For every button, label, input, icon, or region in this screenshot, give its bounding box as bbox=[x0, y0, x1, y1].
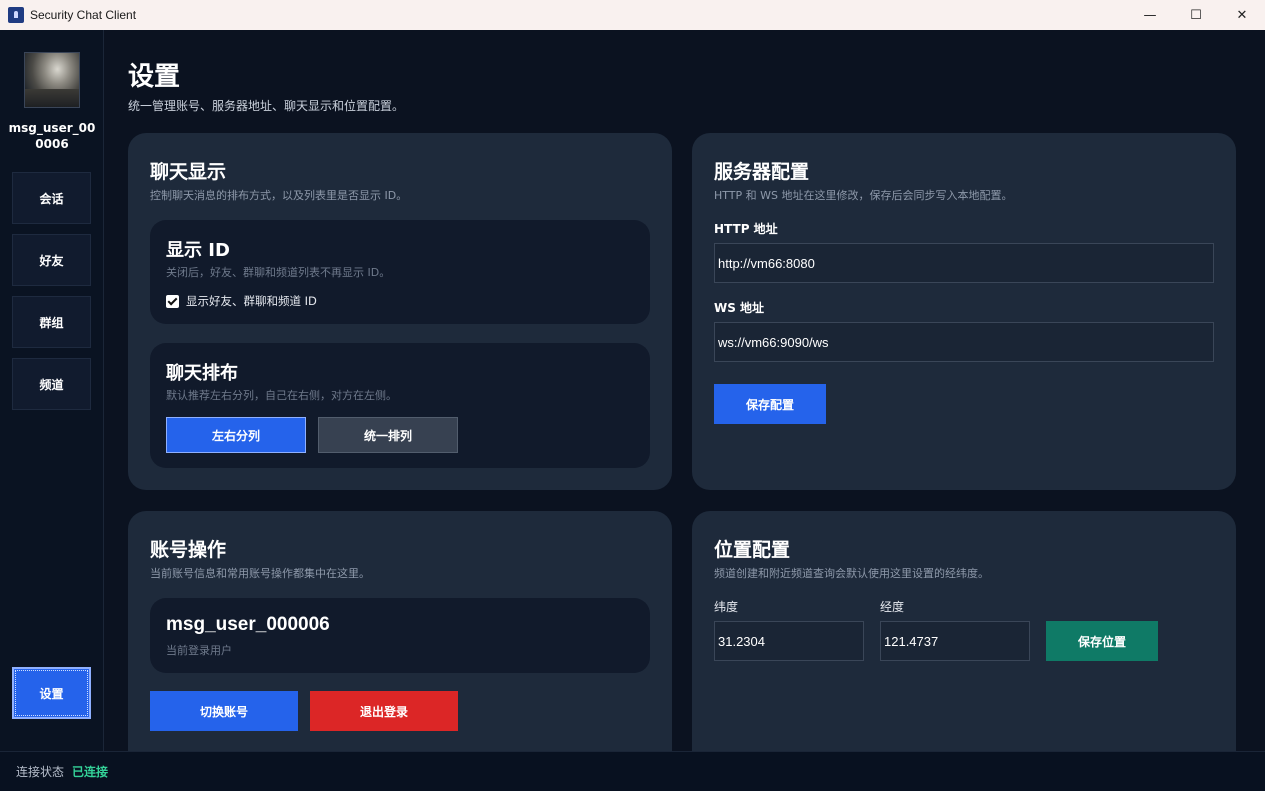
title-bar: Security Chat Client — ☐ ✕ bbox=[0, 0, 1265, 30]
latitude-label: 纬度 bbox=[714, 600, 739, 614]
location-config-card: 位置配置 频道创建和附近频道查询会默认使用这里设置的经纬度。 纬度 经度 保存位… bbox=[692, 511, 1236, 751]
window-controls: — ☐ ✕ bbox=[1127, 0, 1265, 30]
logout-button[interactable]: 退出登录 bbox=[310, 691, 458, 731]
location-config-desc: 频道创建和附近频道查询会默认使用这里设置的经纬度。 bbox=[714, 567, 989, 580]
current-user-caption: 当前登录用户 bbox=[166, 644, 232, 657]
account-card: 账号操作 当前账号信息和常用账号操作都集中在这里。 msg_user_00000… bbox=[128, 511, 672, 751]
chat-display-card: 聊天显示 控制聊天消息的排布方式，以及列表里是否显示 ID。 显示 ID 关闭后… bbox=[128, 133, 672, 490]
sidebar-item-friends[interactable]: 好友 bbox=[12, 234, 91, 286]
account-title: 账号操作 bbox=[150, 539, 227, 561]
avatar[interactable] bbox=[24, 52, 80, 108]
save-location-button[interactable]: 保存位置 bbox=[1046, 621, 1158, 661]
location-config-title: 位置配置 bbox=[714, 539, 791, 561]
ws-address-input[interactable] bbox=[714, 322, 1214, 362]
chat-display-desc: 控制聊天消息的排布方式，以及列表里是否显示 ID。 bbox=[150, 189, 408, 202]
status-bar: 连接状态 已连接 bbox=[0, 751, 1265, 791]
http-address-label: HTTP 地址 bbox=[714, 222, 778, 236]
latitude-input[interactable] bbox=[714, 621, 864, 661]
sidebar-item-groups[interactable]: 群组 bbox=[12, 296, 91, 348]
show-id-desc: 关闭后，好友、群聊和频道列表不再显示 ID。 bbox=[166, 266, 391, 279]
connection-status-label: 连接状态 bbox=[16, 765, 65, 779]
server-config-desc: HTTP 和 WS 地址在这里修改，保存后会同步写入本地配置。 bbox=[714, 189, 1013, 202]
http-address-input[interactable] bbox=[714, 243, 1214, 283]
maximize-button[interactable]: ☐ bbox=[1173, 0, 1219, 30]
page-subtitle: 统一管理账号、服务器地址、聊天显示和位置配置。 bbox=[128, 99, 405, 113]
chat-layout-panel: 聊天排布 默认推荐左右分列，自己在右侧，对方在左侧。 左右分列 统一排列 bbox=[150, 343, 650, 468]
account-desc: 当前账号信息和常用账号操作都集中在这里。 bbox=[150, 567, 370, 580]
show-id-title: 显示 ID bbox=[166, 240, 230, 261]
split-layout-button[interactable]: 左右分列 bbox=[166, 417, 306, 453]
server-config-card: 服务器配置 HTTP 和 WS 地址在这里修改，保存后会同步写入本地配置。 HT… bbox=[692, 133, 1236, 490]
minimize-button[interactable]: — bbox=[1127, 0, 1173, 30]
sidebar-username: msg_user_000006 bbox=[8, 121, 96, 151]
window-title: Security Chat Client bbox=[30, 8, 137, 22]
sidebar-item-settings[interactable]: 设置 bbox=[12, 667, 91, 719]
current-username: msg_user_000006 bbox=[166, 614, 330, 635]
switch-account-button[interactable]: 切换账号 bbox=[150, 691, 298, 731]
close-button[interactable]: ✕ bbox=[1219, 0, 1265, 30]
sidebar-item-channels[interactable]: 频道 bbox=[12, 358, 91, 410]
sidebar-item-conversations[interactable]: 会话 bbox=[12, 172, 91, 224]
ws-address-label: WS 地址 bbox=[714, 301, 765, 315]
sidebar: msg_user_000006 会话 好友 群组 频道 设置 bbox=[0, 30, 104, 751]
connection-status-value: 已连接 bbox=[72, 765, 109, 779]
show-id-checkbox[interactable] bbox=[166, 294, 179, 308]
chat-layout-title: 聊天排布 bbox=[166, 363, 238, 384]
page-title: 设置 bbox=[128, 62, 181, 92]
app-lock-icon bbox=[8, 7, 24, 23]
longitude-input[interactable] bbox=[880, 621, 1030, 661]
chat-display-title: 聊天显示 bbox=[150, 161, 227, 183]
show-id-checkbox-row[interactable]: 显示好友、群聊和频道 ID bbox=[166, 293, 317, 309]
unified-layout-button[interactable]: 统一排列 bbox=[318, 417, 458, 453]
save-config-button[interactable]: 保存配置 bbox=[714, 384, 826, 424]
longitude-label: 经度 bbox=[880, 600, 905, 614]
show-id-checkbox-label[interactable]: 显示好友、群聊和频道 ID bbox=[186, 293, 317, 309]
current-user-panel: msg_user_000006 当前登录用户 bbox=[150, 598, 650, 673]
chat-layout-desc: 默认推荐左右分列，自己在右侧，对方在左侧。 bbox=[166, 389, 397, 402]
show-id-panel: 显示 ID 关闭后，好友、群聊和频道列表不再显示 ID。 显示好友、群聊和频道 … bbox=[150, 220, 650, 324]
server-config-title: 服务器配置 bbox=[714, 161, 810, 183]
